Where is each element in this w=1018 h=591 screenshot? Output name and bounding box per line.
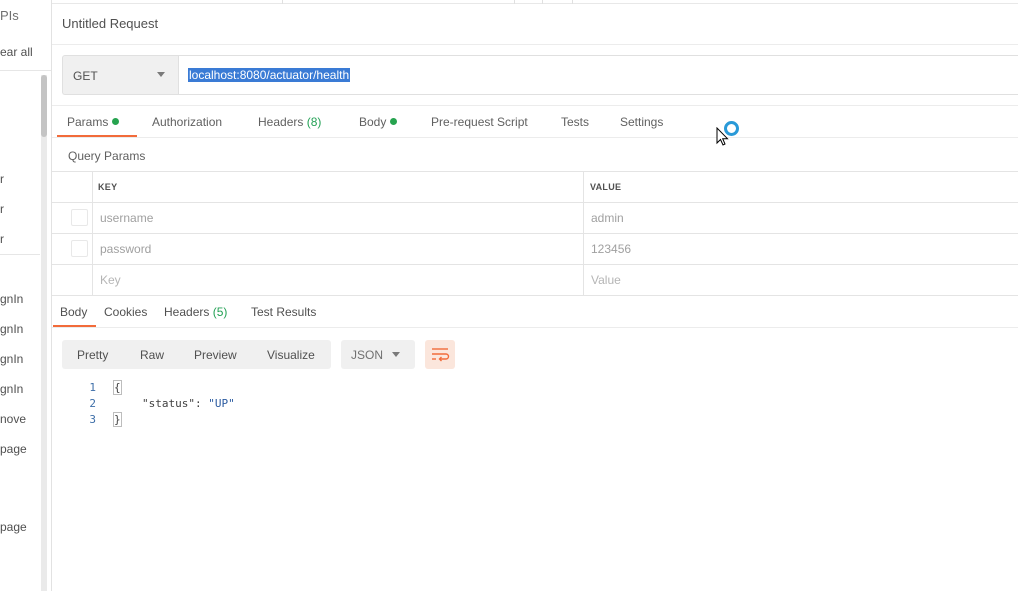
history-item[interactable]: page — [0, 442, 27, 456]
response-tab-body-label: Body — [60, 305, 88, 319]
request-title[interactable]: Untitled Request — [62, 16, 158, 31]
response-tab-headers[interactable]: Headers (5) — [164, 305, 227, 319]
method-select[interactable]: GET — [62, 55, 178, 95]
open-brace: { — [113, 380, 122, 395]
tab-headers-label: Headers — [258, 115, 304, 129]
history-item[interactable]: gnIn — [0, 352, 23, 366]
tab-divider — [572, 0, 573, 4]
json-colon: : — [194, 397, 209, 410]
code-line[interactable]: } — [113, 412, 122, 427]
tab-tests-label: Tests — [561, 115, 590, 129]
tab-pre-request-label: Pre-request Script — [431, 115, 528, 129]
divider — [52, 327, 1018, 328]
param-key-cell[interactable]: password — [100, 242, 151, 256]
raw-button[interactable]: Raw — [140, 348, 164, 362]
value-column-header: VALUE — [590, 182, 622, 192]
response-tab-test-results[interactable]: Test Results — [251, 305, 316, 319]
new-param-value-input[interactable]: Value — [591, 273, 621, 287]
history-item[interactable]: r — [0, 202, 4, 216]
sidebar: PIs ear all r r r gnIn gnIn gnIn gnIn no… — [0, 0, 52, 591]
history-item[interactable]: r — [0, 232, 4, 246]
preview-button[interactable]: Preview — [194, 348, 237, 362]
table-border — [52, 171, 1018, 172]
table-column-border — [92, 171, 93, 295]
pretty-button[interactable]: Pretty — [77, 348, 108, 362]
param-enable-checkbox[interactable] — [71, 240, 88, 257]
tab-body-label: Body — [359, 115, 387, 129]
format-select[interactable]: JSON — [341, 340, 415, 369]
table-border — [52, 233, 1018, 234]
tab-divider — [282, 0, 283, 4]
response-tab-headers-label: Headers — [164, 305, 210, 319]
param-enable-checkbox[interactable] — [71, 209, 88, 226]
param-value-cell[interactable]: admin — [591, 211, 624, 225]
response-tab-headers-count: (5) — [212, 305, 228, 319]
sidebar-divider — [0, 70, 51, 71]
busy-spinner-icon — [724, 121, 739, 136]
tab-settings[interactable]: Settings — [620, 115, 663, 129]
tab-params-label: Params — [67, 115, 109, 129]
response-tab-cookies-label: Cookies — [104, 305, 148, 319]
tab-body[interactable]: Body — [359, 115, 398, 129]
wrap-lines-icon — [432, 348, 450, 362]
url-text: localhost:8080/actuator/health — [188, 68, 351, 82]
response-tab-body[interactable]: Body — [60, 305, 87, 319]
history-item[interactable]: r — [0, 172, 4, 186]
line-number: 3 — [89, 413, 96, 426]
chevron-down-icon — [157, 72, 165, 77]
tab-tests[interactable]: Tests — [561, 115, 589, 129]
json-value: "UP" — [208, 397, 235, 410]
divider — [52, 44, 1018, 45]
view-mode-segmented-control: Pretty Raw Preview Visualize — [62, 340, 331, 369]
tab-settings-label: Settings — [620, 115, 664, 129]
history-item[interactable]: gnIn — [0, 322, 23, 336]
history-item[interactable]: page — [0, 520, 27, 534]
json-key: "status" — [142, 397, 195, 410]
tab-headers[interactable]: Headers (8) — [258, 115, 321, 129]
top-tab-strip — [52, 0, 1018, 4]
table-border — [52, 202, 1018, 203]
line-number: 1 — [89, 381, 96, 394]
tab-divider — [514, 0, 515, 4]
param-key-cell[interactable]: username — [100, 211, 153, 225]
response-tab-test-results-label: Test Results — [251, 305, 317, 319]
tab-pre-request-script[interactable]: Pre-request Script — [431, 115, 528, 129]
close-brace: } — [113, 412, 122, 427]
method-label: GET — [73, 69, 98, 83]
history-item[interactable]: nove — [0, 412, 26, 426]
clear-all-link[interactable]: ear all — [0, 45, 33, 59]
tab-authorization-label: Authorization — [152, 115, 223, 129]
tab-divider — [542, 0, 543, 4]
table-border — [52, 295, 1018, 296]
body-indicator-dot — [390, 118, 398, 125]
tab-headers-count: (8) — [306, 115, 322, 129]
code-line[interactable]: "status": "UP" — [142, 397, 235, 410]
tab-params[interactable]: Params — [67, 115, 120, 129]
table-column-border — [583, 171, 584, 295]
key-column-header: KEY — [98, 182, 118, 192]
wrap-lines-button[interactable] — [425, 340, 455, 369]
history-item[interactable]: gnIn — [0, 292, 23, 306]
sidebar-divider — [0, 254, 40, 255]
param-value-cell[interactable]: 123456 — [591, 242, 631, 256]
sidebar-scrollbar-thumb[interactable] — [41, 75, 47, 137]
divider — [52, 105, 1018, 106]
params-indicator-dot — [112, 118, 120, 125]
visualize-button[interactable]: Visualize — [267, 348, 315, 362]
code-line[interactable]: { — [113, 380, 122, 395]
query-params-title: Query Params — [68, 149, 146, 163]
response-tab-cookies[interactable]: Cookies — [104, 305, 147, 319]
url-input[interactable]: localhost:8080/actuator/health — [178, 55, 1018, 95]
history-item[interactable]: gnIn — [0, 382, 23, 396]
table-border — [52, 264, 1018, 265]
line-number: 2 — [89, 397, 96, 410]
sidebar-apis-label[interactable]: PIs — [0, 8, 19, 23]
sidebar-scrollbar[interactable] — [41, 75, 47, 591]
chevron-down-icon — [392, 352, 400, 357]
tab-authorization[interactable]: Authorization — [152, 115, 222, 129]
new-param-key-input[interactable]: Key — [100, 273, 121, 287]
format-label: JSON — [351, 348, 384, 362]
divider — [52, 137, 1018, 138]
